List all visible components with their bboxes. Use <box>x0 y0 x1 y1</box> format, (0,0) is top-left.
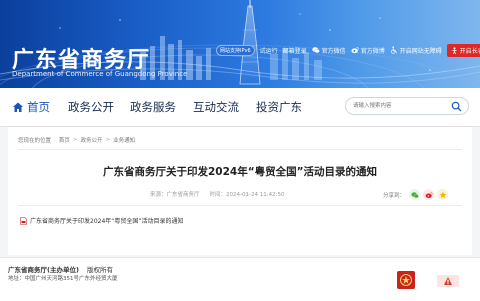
search-input[interactable] <box>353 100 449 112</box>
error-report-badge[interactable] <box>436 273 460 289</box>
time-label: 时间： <box>209 192 227 198</box>
weibo-icon <box>351 46 359 54</box>
nav-item-interaction[interactable]: 互动交流 <box>193 88 239 126</box>
email-login-link[interactable]: 邮箱登录 <box>283 46 307 55</box>
article-source: 来源：广东省商务厅 <box>150 190 200 198</box>
share-label: 分享到： <box>383 192 406 199</box>
nav-item-government-services[interactable]: 政务服务 <box>130 88 176 126</box>
accessibility-link[interactable]: 开启网站无障碍 <box>390 46 442 55</box>
header-banner: 广东省商务厅 Department of Commerce of Guangdo… <box>0 0 480 88</box>
breadcrumb-location: 您现在的位置 <box>18 138 52 144</box>
elder-assistant-button[interactable]: 开启长者助手 <box>446 43 480 57</box>
footer-organizer: 广东省商务厅(主办单位) <box>8 266 79 274</box>
article-title: 广东省商务厅关于印发2024年“粤贸全国”活动目录的通知 <box>102 166 378 178</box>
report-icon <box>437 275 459 287</box>
breadcrumb-business-notice[interactable]: 业务通知 <box>113 136 135 144</box>
share-qzone-button[interactable] <box>437 189 449 200</box>
footer-copyright: 版权所有 <box>86 266 113 274</box>
top-links: 网站支持IPv6 试运行 邮箱登录 官方微信 官方微博 开启网站无障碍 开启长者… <box>216 43 480 57</box>
breadcrumb: 您现在的位置 : 首页 > 政务公开 > 业务通知 <box>18 136 135 144</box>
nav-item-government-affairs[interactable]: 政务公开 <box>68 88 114 126</box>
breadcrumb-divider <box>18 149 462 150</box>
nav-item-home-label: 首页 <box>27 100 50 114</box>
emblem-icon <box>400 274 412 286</box>
attachment-link[interactable]: 广东省商务厅关于印发2024年“粤贸全国”活动目录的通知 <box>20 216 184 225</box>
weibo-label: 官方微博 <box>360 47 385 55</box>
elder-assistant-label: 开启长者助手 <box>459 47 480 55</box>
wechat-link[interactable]: 官方微信 <box>311 46 346 55</box>
article-meta: 来源：广东省商务厅 时间：2024-01-24 11:42:50 <box>150 190 284 198</box>
nav-item-invest-guangdong[interactable]: 投资广东 <box>256 88 302 126</box>
pdf-file-icon <box>20 216 27 225</box>
weibo-icon <box>425 191 433 198</box>
search-box <box>345 97 469 115</box>
site-subtitle: Department of Commerce of Guangdong Prov… <box>12 70 188 78</box>
source-value: 广东省商务厅 <box>166 192 200 198</box>
wechat-icon <box>311 47 320 54</box>
footer-address: 地址：中国广州天河路351号广东外经贸大厦 <box>8 276 118 282</box>
footer-org-line: 广东省商务厅(主办单位) 版权所有 <box>8 264 113 274</box>
article-time: 时间：2024-01-24 11:42:50 <box>210 190 285 198</box>
breadcrumb-government-affairs[interactable]: 政务公开 <box>81 136 103 144</box>
meta-divider <box>18 205 462 206</box>
home-icon <box>13 102 23 112</box>
accessibility-label: 开启网站无障碍 <box>399 47 442 55</box>
breadcrumb-separator: > <box>105 137 111 143</box>
share-wechat-button[interactable] <box>409 189 421 200</box>
nav-item-home[interactable]: 首页 <box>12 88 50 126</box>
elder-icon <box>452 46 457 54</box>
trial-link[interactable]: 试运行 <box>260 46 278 55</box>
attachment-name: 广东省商务厅关于印发2024年“粤贸全国”活动目录的通知 <box>30 218 184 225</box>
share-bar: 分享到： <box>383 189 449 200</box>
party-government-badge[interactable] <box>397 271 415 289</box>
search-icon[interactable] <box>451 101 462 112</box>
breadcrumb-home[interactable]: 首页 <box>59 136 70 144</box>
weibo-link[interactable]: 官方微博 <box>351 46 385 55</box>
wheelchair-icon <box>390 46 397 54</box>
ipv6-badge: 网站支持IPv6 <box>216 44 255 56</box>
wechat-icon <box>410 191 419 198</box>
breadcrumb-separator: : <box>54 137 56 143</box>
source-label: 来源： <box>150 192 167 198</box>
time-value: 2024-01-24 11:42:50 <box>226 192 285 198</box>
share-weibo-button[interactable] <box>423 189 435 200</box>
wechat-label: 官方微信 <box>321 47 346 55</box>
breadcrumb-separator: > <box>72 137 78 143</box>
qzone-star-icon <box>439 191 446 198</box>
